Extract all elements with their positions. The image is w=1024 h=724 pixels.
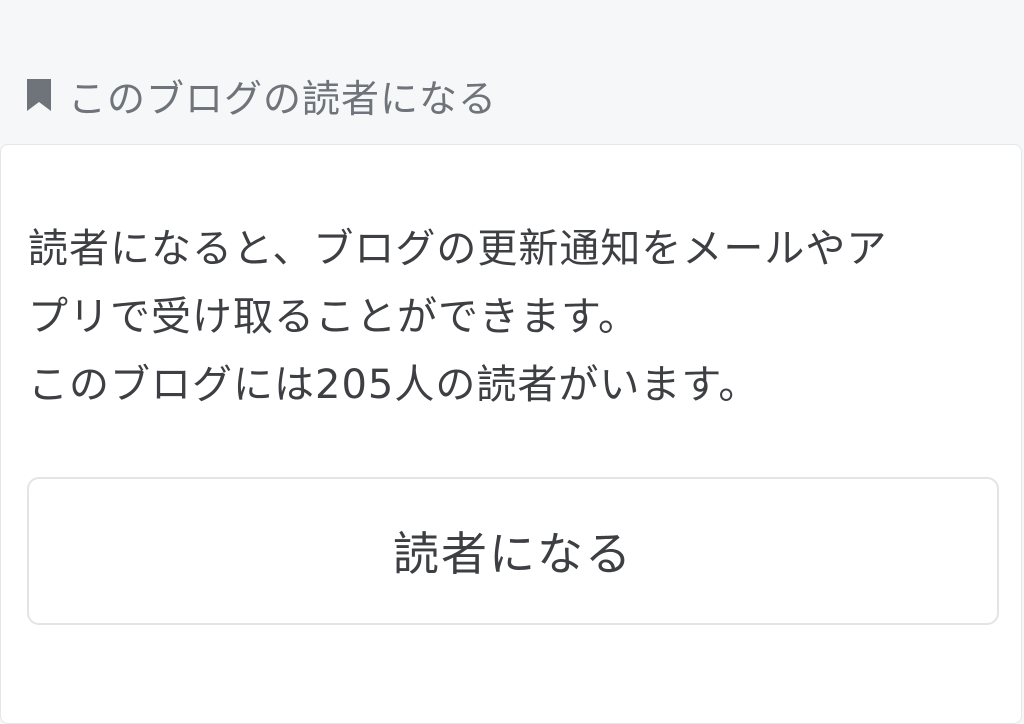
- subscribe-button-label: 読者になる: [393, 527, 633, 581]
- section-title: このブログの読者になる: [68, 76, 498, 121]
- section-header: このブログの読者になる: [0, 0, 1024, 146]
- bookmark-icon: [26, 78, 52, 112]
- description-line: プリで受け取ることができます。: [28, 294, 639, 340]
- section-header-row: このブログの読者になる: [26, 70, 498, 121]
- subscribe-card: 読者になると、ブログの更新通知をメールやア プリで受け取ることができます。 この…: [0, 144, 1022, 724]
- subscribe-button[interactable]: 読者になる: [27, 477, 999, 625]
- description-line: このブログには205人の読者がいます。: [28, 362, 760, 408]
- subscribe-description: 読者になると、ブログの更新通知をメールやア プリで受け取ることができます。 この…: [28, 215, 988, 419]
- description-line: 読者になると、ブログの更新通知をメールやア: [28, 226, 888, 272]
